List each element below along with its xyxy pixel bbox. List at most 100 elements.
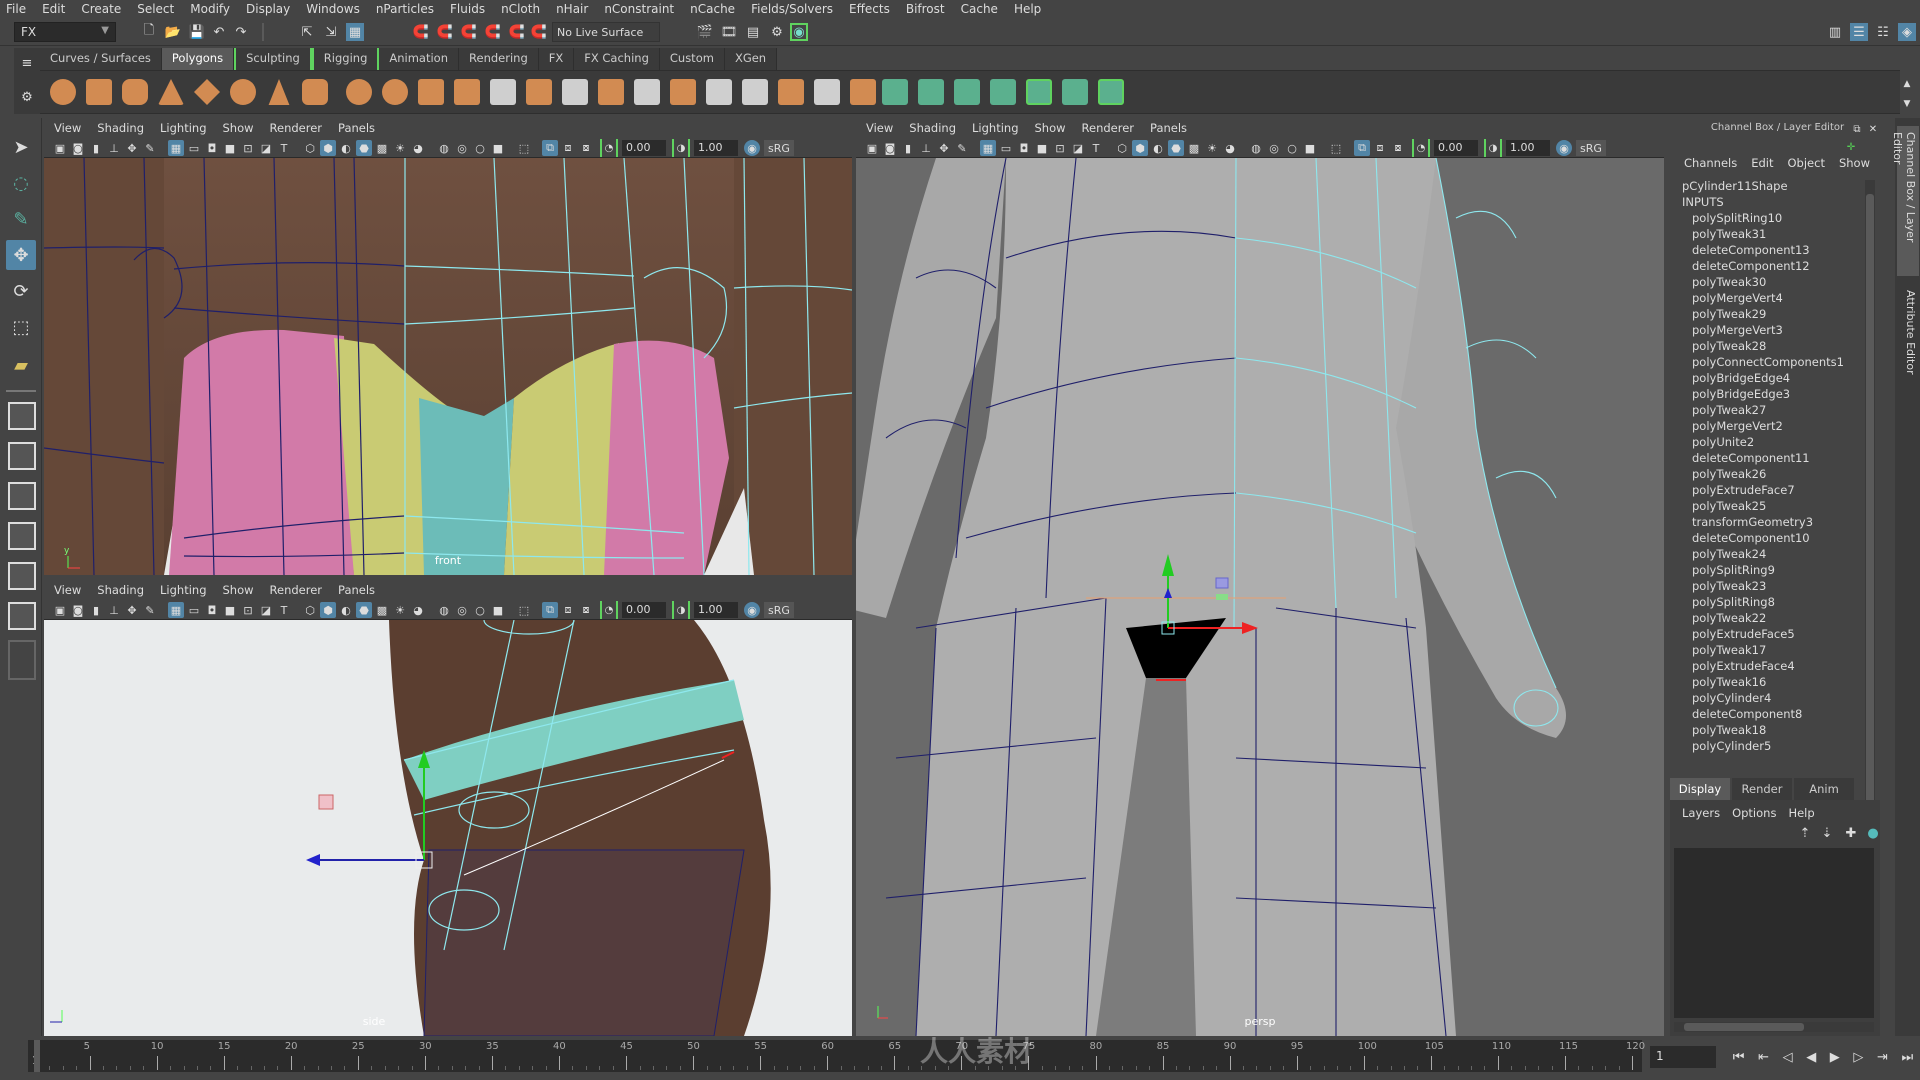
scrollbar-thumb[interactable] [1866,194,1874,870]
menu-ncache[interactable]: nCache [690,2,735,16]
menu-panels[interactable]: Panels [1150,121,1187,135]
menu-shading[interactable]: Shading [97,583,144,597]
shelf-tab-rigging[interactable]: Rigging [311,48,380,70]
shelf-scroll-up-icon[interactable]: ▲ [1898,75,1916,93]
screen-space-ao-icon[interactable]: ◍ [436,140,452,156]
move-tool-icon[interactable]: ✥ [6,240,36,270]
shelf-gear-icon[interactable]: ⚙ [18,88,36,106]
attribute-editor-toggle-icon[interactable]: ☰ [1850,23,1868,41]
menu-object[interactable]: Object [1788,156,1825,170]
menu-view[interactable]: View [866,121,893,135]
color-management-icon[interactable]: ◉ [744,602,760,618]
default-material-icon[interactable]: ◐ [338,140,354,156]
step-back-frame-icon[interactable]: ◁ [1783,1050,1793,1065]
fill-hole-icon[interactable] [670,79,696,105]
select-object-icon[interactable]: ⇲ [322,23,340,41]
tab-anim[interactable]: Anim [1794,778,1854,800]
layout-options-icon[interactable] [8,640,36,680]
go-to-start-icon[interactable]: ⏮ [1733,1050,1745,1065]
play-forward-icon[interactable]: ▶ [1830,1050,1840,1065]
ipr-render-icon[interactable]: ▤ [744,23,762,41]
menuset-dropdown[interactable]: FX ▼ [14,22,116,42]
offset-edge-loop-icon[interactable] [742,79,768,105]
step-forward-key-icon[interactable]: ⇥ [1877,1050,1888,1065]
menu-panels[interactable]: Panels [338,583,375,597]
gamma-icon[interactable]: ◑ [1484,139,1502,157]
shelf-tab-rendering[interactable]: Rendering [459,48,539,70]
input-node-item[interactable]: polyTweak25 [1670,498,1870,514]
menu-channels[interactable]: Channels [1684,156,1737,170]
front-view-canvas[interactable]: y front [44,158,852,575]
menu-effects[interactable]: Effects [849,2,890,16]
isolate-select-icon[interactable]: ⬚ [516,602,532,618]
grease-pencil-icon[interactable]: ✎ [142,602,158,618]
input-node-item[interactable]: polyMergeVert2 [1670,418,1870,434]
tab-render[interactable]: Render [1732,778,1792,800]
safe-title-icon[interactable]: T [276,602,292,618]
snap-grid-icon[interactable]: 🧲 [412,23,430,41]
menu-help[interactable]: Help [1014,2,1041,16]
wireframe-icon[interactable]: ⬡ [1114,140,1130,156]
move-layer-up-icon[interactable]: ⇡ [1796,824,1814,842]
tab-display[interactable]: Display [1670,778,1730,800]
menu-windows[interactable]: Windows [306,2,360,16]
poly-pyramid-icon[interactable] [268,79,290,105]
go-to-end-icon[interactable]: ⏭ [1901,1050,1913,1065]
xray-active-icon[interactable]: ⧇ [1390,140,1406,156]
camera-attributes-icon[interactable]: ◙ [70,602,86,618]
menu-fieldssolvers[interactable]: Fields/Solvers [751,2,833,16]
exposure-field[interactable]: 0.00 [622,602,666,618]
wireframe-on-shaded-icon[interactable]: ⬣ [356,602,372,618]
poly-pipe-icon[interactable] [302,79,328,105]
camera-icon[interactable]: ▣ [52,140,68,156]
input-node-item[interactable]: deleteComponent13 [1670,242,1870,258]
multisample-aa-icon[interactable]: ○ [472,602,488,618]
input-node-item[interactable]: deleteComponent11 [1670,450,1870,466]
image-plane-icon[interactable]: ⊥ [106,140,122,156]
shelf-menu-icon[interactable]: ≡ [18,54,36,72]
gamma-field[interactable]: 1.00 [694,602,738,618]
menu-create[interactable]: Create [81,2,121,16]
input-node-item[interactable]: deleteComponent10 [1670,530,1870,546]
open-scene-icon[interactable]: 📂 [164,23,182,41]
wireframe-on-shaded-icon[interactable]: ⬣ [356,140,372,156]
image-plane-icon[interactable]: ⊥ [918,140,934,156]
menu-edit[interactable]: Edit [1751,156,1773,170]
input-node-item[interactable]: polyMergeVert4 [1670,290,1870,306]
exposure-field[interactable]: 0.00 [622,140,666,156]
menu-renderer[interactable]: Renderer [270,121,323,135]
four-view-layout-icon[interactable] [8,442,36,470]
snap-curve-icon[interactable]: 🧲 [436,23,454,41]
poly-cone-icon[interactable] [158,79,184,105]
paint-select-tool-icon[interactable]: ✎ [6,204,36,234]
menu-panels[interactable]: Panels [338,121,375,135]
shelf-tab-fx-caching[interactable]: FX Caching [574,48,660,70]
xray-icon[interactable]: ⧉ [1354,140,1370,156]
safe-action-icon[interactable]: ◪ [258,140,274,156]
exposure-field[interactable]: 0.00 [1434,140,1478,156]
field-chart-icon[interactable]: ⊡ [240,140,256,156]
camera-attributes-icon[interactable]: ◙ [70,140,86,156]
view-transform-dropdown[interactable]: sRG [764,140,794,156]
single-perspective-layout-icon[interactable] [8,402,36,430]
hypershade-layout-icon[interactable] [8,562,36,590]
append-polygon-icon[interactable] [778,79,804,105]
persp-graph-layout-icon[interactable] [8,522,36,550]
input-node-item[interactable]: polyTweak29 [1670,306,1870,322]
gate-mask-icon[interactable]: ■ [222,140,238,156]
shelf-tab-xgen[interactable]: XGen [724,48,778,70]
2d-pan-zoom-icon[interactable]: ✥ [124,140,140,156]
layer-list-scrollbar[interactable] [1674,1022,1874,1032]
depth-of-field-icon[interactable]: ■ [490,140,506,156]
merge-center-icon[interactable] [850,79,876,105]
input-node-item[interactable]: polyCylinder4 [1670,690,1870,706]
select-tool-icon[interactable]: ➤ [6,132,36,162]
unfold-uv-icon[interactable] [1098,79,1124,105]
lasso-tool-icon[interactable]: ◌ [6,168,36,198]
multisample-aa-icon[interactable]: ○ [472,140,488,156]
undo-icon[interactable]: ↶ [210,23,228,41]
gamma-icon[interactable]: ◑ [672,139,690,157]
screen-space-ao-icon[interactable]: ◍ [1248,140,1264,156]
uv-editor-icon[interactable] [1062,79,1088,105]
smooth-shade-icon[interactable]: ⬢ [320,602,336,618]
